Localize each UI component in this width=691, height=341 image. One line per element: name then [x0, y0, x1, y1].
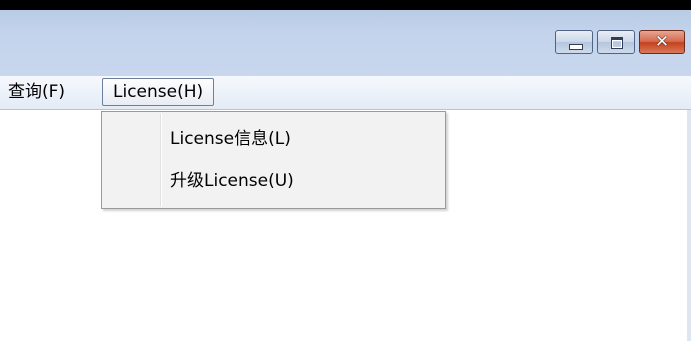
menu-item-license-info[interactable]: License信息(L) — [170, 124, 291, 154]
menu-item-upgrade-license[interactable]: 升级License(U) — [170, 166, 294, 196]
maximize-button[interactable] — [597, 30, 635, 54]
screen-top-edge — [0, 0, 691, 10]
menu-bar: 查询(F) License(H) — [0, 76, 691, 110]
close-button[interactable]: ✕ — [639, 30, 685, 54]
minimize-button[interactable] — [555, 30, 593, 54]
menu-query[interactable]: 查询(F) — [8, 78, 65, 106]
menu-license[interactable]: License(H) — [102, 78, 215, 106]
license-dropdown-menu: License信息(L) 升级License(U) — [101, 111, 446, 209]
maximize-icon — [611, 37, 623, 49]
window-caption-buttons: ✕ — [555, 30, 685, 54]
minimize-icon — [569, 44, 583, 50]
menu-icon-gutter — [160, 114, 162, 206]
title-bar: ✕ — [0, 10, 691, 76]
close-icon: ✕ — [654, 32, 670, 52]
window-right-edge — [687, 110, 691, 341]
